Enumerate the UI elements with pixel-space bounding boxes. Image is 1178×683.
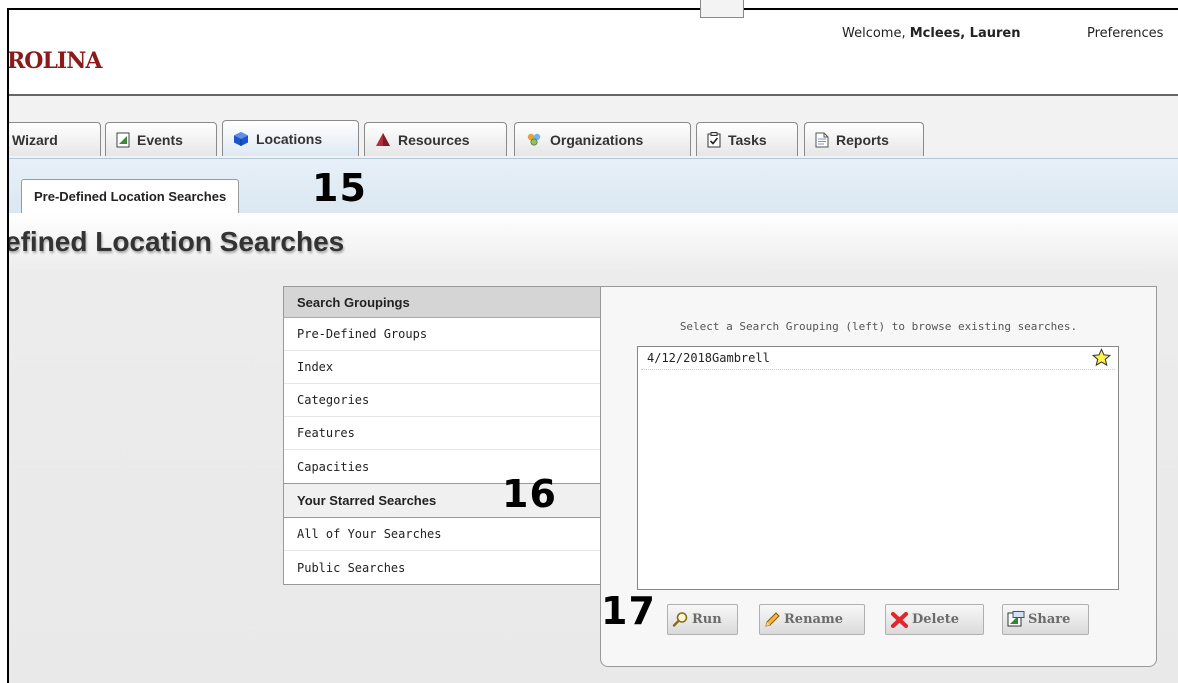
run-button[interactable]: Run — [667, 604, 738, 635]
grouping-public-searches[interactable]: Public Searches — [284, 551, 600, 584]
rename-label: Rename — [784, 612, 843, 627]
starred-searches-list: All of Your Searches Public Searches — [283, 517, 601, 585]
pencil-icon — [764, 611, 781, 628]
result-row[interactable]: 4/12/2018Gambrell — [641, 347, 1115, 370]
tab-label: Organizations — [550, 131, 644, 148]
callout-17: 17 — [601, 589, 656, 633]
preferences-link[interactable]: Preferences — [1087, 26, 1163, 41]
tab-reports[interactable]: Reports — [804, 122, 924, 156]
grouping-index[interactable]: Index — [284, 351, 600, 384]
star-icon[interactable] — [1091, 348, 1112, 370]
people-icon — [525, 132, 543, 148]
grouping-all-your-searches[interactable]: All of Your Searches — [284, 518, 600, 551]
callout-16: 16 — [502, 472, 557, 516]
grouping-features[interactable]: Features — [284, 417, 600, 450]
grouping-categories[interactable]: Categories — [284, 384, 600, 417]
results-list[interactable]: 4/12/2018Gambrell — [637, 346, 1119, 590]
page-title: efined Location Searches — [7, 226, 345, 257]
brand-logo: ROLINA — [7, 48, 102, 74]
delete-button[interactable]: Delete — [885, 604, 984, 635]
welcome-prefix: Welcome, — [842, 26, 910, 41]
tab-pre-defined-location-searches[interactable]: Pre-Defined Location Searches — [21, 179, 240, 213]
checklist-icon — [707, 131, 721, 148]
search-groupings-header: Search Groupings — [283, 286, 601, 318]
share-icon — [1007, 611, 1025, 628]
pyramid-icon — [375, 132, 391, 147]
rename-button[interactable]: Rename — [759, 604, 865, 635]
result-name: 4/12/2018Gambrell — [647, 351, 770, 365]
share-label: Share — [1028, 612, 1071, 627]
run-label: Run — [692, 612, 722, 627]
search-groupings-panel: Search Groupings Pre-Defined Groups Inde… — [283, 286, 601, 585]
tab-label: Locations — [256, 130, 323, 147]
search-results-panel: Select a Search Grouping (left) to brows… — [600, 286, 1157, 667]
header: ROLINA Welcome, Mclees, Lauren Preferenc… — [9, 10, 1178, 94]
tab-resources[interactable]: Resources — [364, 122, 507, 156]
sub-tabs: Pre-Defined Location Searches — [9, 158, 1178, 214]
tab-label: Reports — [836, 131, 889, 148]
tab-label: Tasks — [728, 131, 767, 148]
report-icon — [815, 132, 829, 148]
delete-x-icon — [890, 611, 909, 629]
window-notch — [700, 0, 744, 18]
callout-15: 15 — [312, 166, 367, 210]
results-hint: Select a Search Grouping (left) to brows… — [679, 320, 1078, 333]
tab-organizations[interactable]: Organizations — [514, 122, 691, 156]
tab-label: Wizard — [12, 131, 58, 148]
tab-label: Events — [137, 131, 183, 148]
tab-wizard[interactable]: Wizard — [9, 122, 101, 156]
main-content: efined Location Searches Search Grouping… — [9, 213, 1178, 683]
tab-events[interactable]: Events — [105, 122, 217, 156]
share-button[interactable]: Share — [1002, 604, 1089, 635]
delete-label: Delete — [912, 612, 960, 627]
cube-icon — [233, 131, 249, 147]
welcome-text: Welcome, Mclees, Lauren — [842, 26, 1020, 41]
main-tabs: Wizard Events Locations Resources Organi… — [9, 96, 1178, 158]
tab-locations[interactable]: Locations — [222, 120, 359, 156]
tab-tasks[interactable]: Tasks — [696, 122, 798, 156]
document-icon — [116, 132, 130, 148]
app-window: ROLINA Welcome, Mclees, Lauren Preferenc… — [7, 8, 1178, 683]
magnifier-icon — [672, 611, 689, 628]
user-name: Mclees, Lauren — [909, 26, 1021, 41]
grouping-pre-defined-groups[interactable]: Pre-Defined Groups — [284, 318, 600, 351]
search-groupings-list: Pre-Defined Groups Index Categories Feat… — [283, 318, 601, 484]
tab-label: Resources — [398, 131, 470, 148]
